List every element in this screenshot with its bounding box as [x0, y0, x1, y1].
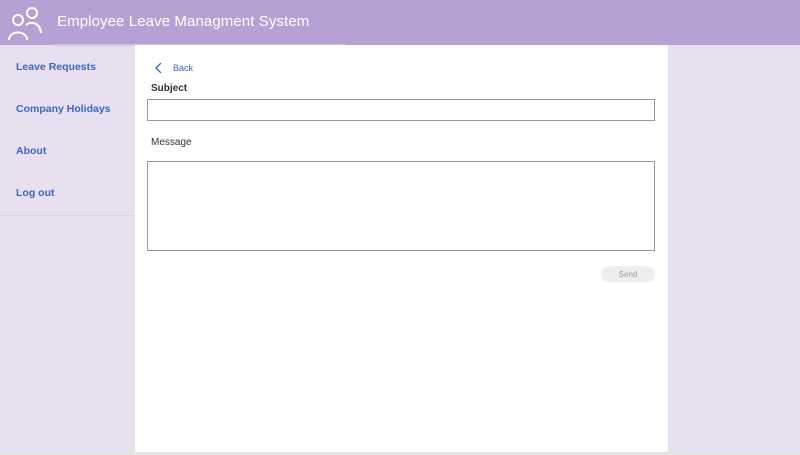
sidebar-item-company-holidays[interactable]: Company Holidays: [0, 88, 135, 130]
app-title: Employee Leave Managment System: [57, 13, 310, 30]
send-button[interactable]: Send: [601, 266, 655, 282]
back-link[interactable]: Back: [154, 62, 193, 74]
message-input[interactable]: [147, 161, 655, 251]
app-header: Employee Leave Managment System: [0, 0, 800, 45]
sidebar: Leave Requests Company Holidays About Lo…: [0, 46, 135, 216]
right-panel: [668, 45, 800, 452]
sidebar-item-leave-requests[interactable]: Leave Requests: [0, 46, 135, 88]
back-label: Back: [173, 63, 194, 73]
sidebar-item-log-out[interactable]: Log out: [0, 172, 135, 214]
people-icon: [8, 7, 42, 41]
message-label: Message: [151, 137, 192, 148]
subject-label: Subject: [151, 83, 188, 94]
subject-input[interactable]: [147, 99, 655, 121]
sidebar-item-about[interactable]: About: [0, 130, 135, 172]
chevron-left-icon: [155, 62, 162, 74]
main-content: Back Subject Message Send: [135, 45, 668, 452]
